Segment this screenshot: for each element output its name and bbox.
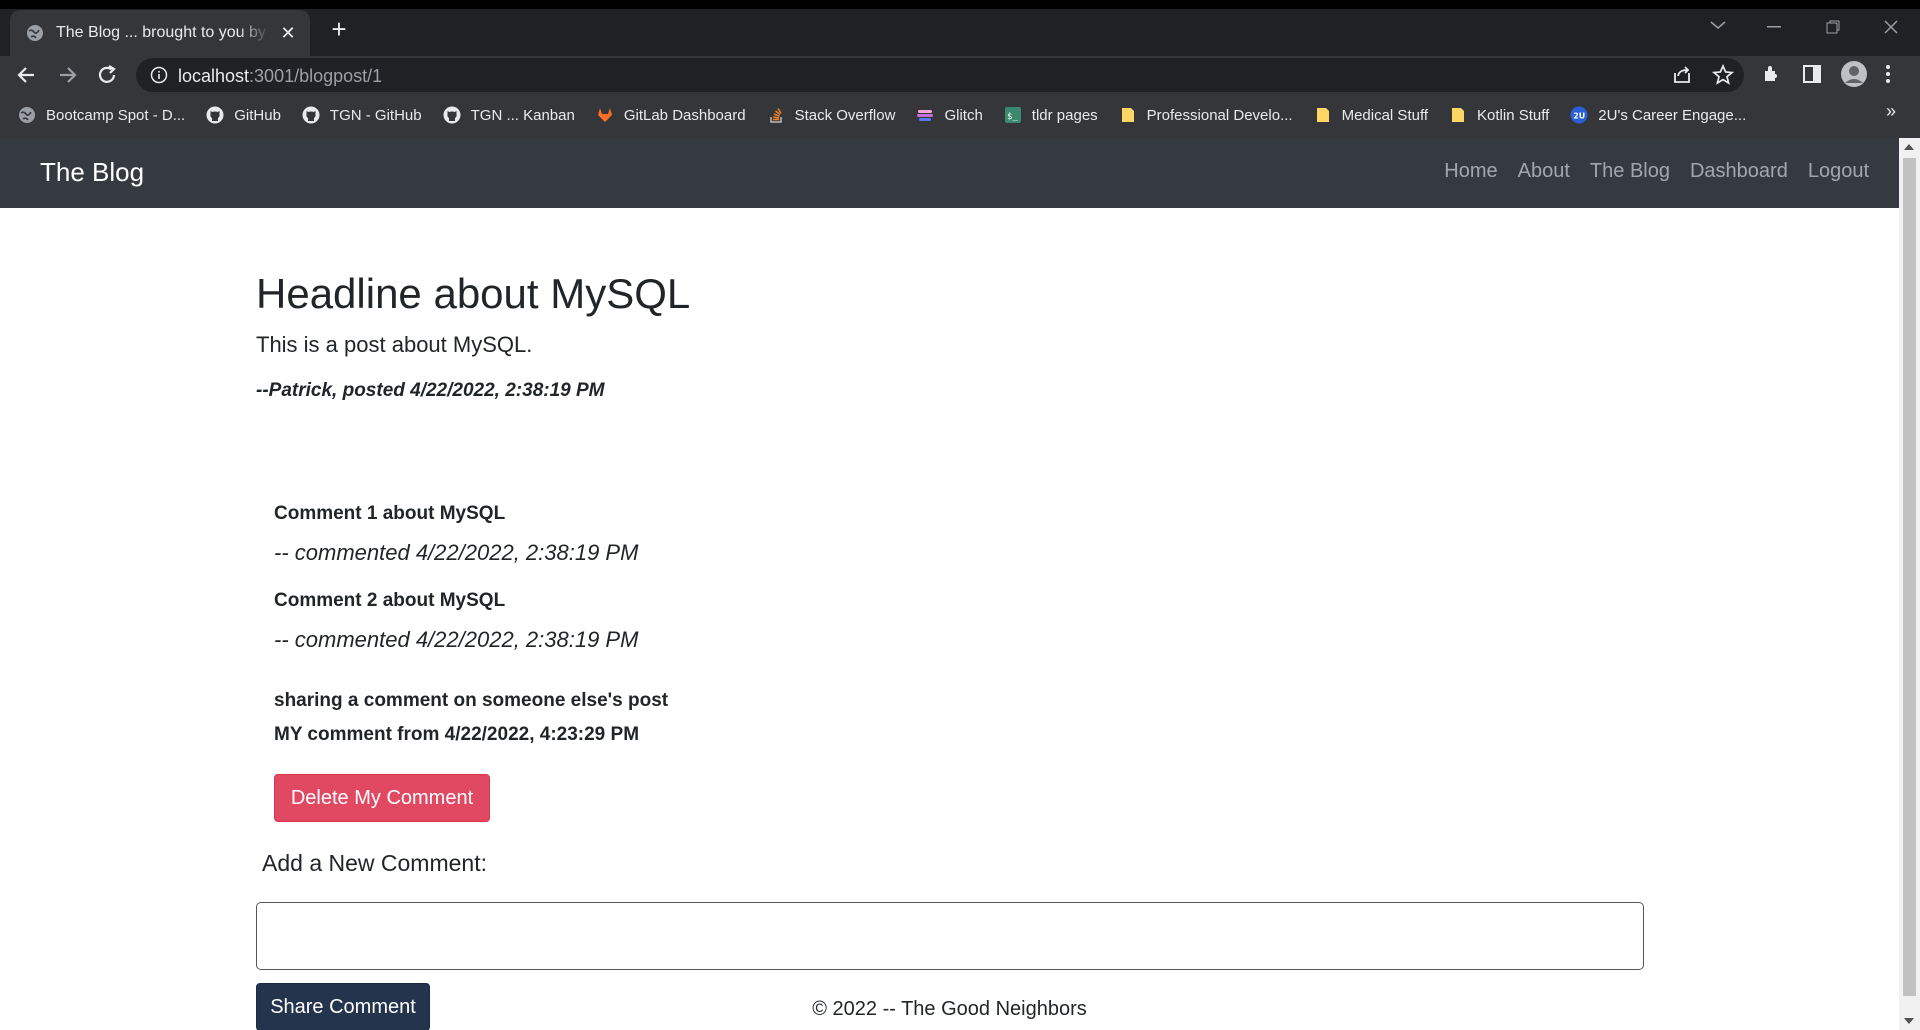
comment-meta: MY comment from 4/22/2022, 4:23:29 PM — [274, 724, 640, 745]
gitlab-icon — [597, 108, 612, 122]
restore-icon[interactable] — [1826, 20, 1840, 34]
bookmark-item[interactable]: Medical Stuff — [1314, 106, 1428, 124]
bookmark-label: Glitch — [944, 106, 983, 124]
bookmark-label: Medical Stuff — [1341, 106, 1429, 124]
bookmark-label: TGN ... Kanban — [470, 106, 575, 124]
url-text: localhost:3001/blogpost/1 — [178, 66, 382, 87]
back-icon[interactable] — [14, 62, 40, 88]
bookmark-label: TGN - GitHub — [329, 106, 422, 124]
globe-icon — [27, 25, 43, 41]
post-headline: Headline about MySQL — [256, 270, 691, 317]
nav-links: Home About The Blog Dashboard Logout — [1424, 160, 1869, 183]
bookmark-item[interactable]: Stack Overflow — [767, 106, 896, 124]
folder-icon — [1452, 108, 1465, 122]
window-top-edge — [0, 0, 1920, 9]
nav-link-the-blog[interactable]: The Blog — [1590, 160, 1670, 183]
github-icon — [206, 106, 224, 124]
tab-search-chevron-icon[interactable] — [1710, 20, 1726, 30]
side-panel-icon[interactable] — [1800, 62, 1824, 86]
post-body: This is a post about MySQL. — [256, 332, 533, 357]
bookmark-item[interactable]: Professional Develo... — [1119, 106, 1293, 124]
forward-icon[interactable] — [54, 62, 80, 88]
profile-avatar-icon[interactable] — [1840, 60, 1868, 88]
comment-meta: -- commented 4/22/2022, 2:38:19 PM — [274, 627, 639, 652]
bookmark-item[interactable]: GitLab Dashboard — [596, 106, 746, 124]
bookmark-label: 2U's Career Engage... — [1598, 106, 1747, 124]
bookmark-star-icon[interactable] — [1711, 63, 1735, 87]
bookmark-label: Kotlin Stuff — [1477, 106, 1550, 124]
bookmarks-bar: Bootcamp Spot - D... GitHub TGN - GitHub TG… — [0, 101, 1920, 129]
scroll-up-icon[interactable] — [1904, 144, 1914, 150]
page-scrollbar[interactable] — [1899, 138, 1920, 1030]
browser-tab[interactable]: The Blog ... brought to you by the Good … — [10, 10, 310, 56]
bookmark-label: GitLab Dashboard — [623, 106, 746, 124]
nav-link-home[interactable]: Home — [1444, 160, 1497, 183]
nav-link-dashboard[interactable]: Dashboard — [1690, 160, 1788, 183]
bookmark-label: Professional Develo... — [1146, 106, 1293, 124]
new-tab-button[interactable]: + — [324, 14, 354, 44]
scroll-down-icon[interactable] — [1904, 1018, 1914, 1024]
url-path: :3001/blogpost/1 — [249, 66, 383, 86]
tab-close-icon[interactable]: ✕ — [278, 23, 298, 44]
comment-text: sharing a comment on someone else's post — [274, 690, 669, 711]
page-viewport: The Blog Home About The Blog Dashboard L… — [0, 138, 1899, 1030]
minimize-icon[interactable] — [1767, 26, 1781, 28]
bookmark-item[interactable]: Bootcamp Spot - D... — [18, 106, 185, 124]
bookmark-item[interactable]: Kotlin Stuff — [1449, 106, 1549, 124]
reload-icon[interactable] — [94, 62, 120, 88]
bookmark-item[interactable]: 2U 2U's Career Engage... — [1570, 106, 1746, 124]
page-footer: © 2022 -- The Good Neighbors — [812, 998, 1087, 1020]
delete-comment-button[interactable]: Delete My Comment — [274, 774, 490, 822]
bookmark-label: Stack Overflow — [794, 106, 896, 124]
tab-title: The Blog ... brought to you by the Good … — [56, 24, 270, 41]
comment-text: Comment 1 about MySQL — [274, 503, 506, 524]
new-comment-input[interactable] — [256, 902, 1644, 970]
url-host: localhost — [178, 66, 250, 86]
bookmark-item[interactable]: GitHub — [206, 106, 281, 124]
github-icon — [302, 106, 320, 124]
site-navbar: The Blog Home About The Blog Dashboard L… — [0, 138, 1899, 208]
bookmark-item[interactable]: TGN - GitHub — [302, 106, 422, 124]
more-bookmarks-icon[interactable]: » — [1886, 101, 1896, 122]
stackoverflow-icon — [769, 108, 782, 123]
bookmark-item[interactable]: $_ tldr pages — [1004, 106, 1098, 124]
github-icon — [443, 106, 461, 124]
address-bar[interactable]: localhost:3001/blogpost/1 — [136, 58, 1744, 92]
post-byline: --Patrick, posted 4/22/2022, 2:38:19 PM — [256, 380, 605, 401]
tldr-icon: $_ — [1004, 107, 1021, 123]
scrollbar-thumb[interactable] — [1903, 158, 1916, 996]
bookmark-label: tldr pages — [1031, 106, 1098, 124]
extensions-icon[interactable] — [1760, 62, 1784, 86]
bookmark-item[interactable]: Glitch — [916, 106, 983, 124]
2u-icon: 2U — [1570, 106, 1588, 124]
folder-icon — [1316, 108, 1329, 122]
close-window-icon[interactable] — [1884, 20, 1898, 34]
svg-text:$_: $_ — [1007, 112, 1018, 122]
folder-icon — [1121, 108, 1134, 122]
nav-link-logout[interactable]: Logout — [1808, 160, 1869, 183]
globe-icon — [19, 107, 35, 123]
glitch-icon — [917, 110, 934, 121]
bookmark-item[interactable]: TGN ... Kanban — [443, 106, 575, 124]
browser-menu-icon[interactable] — [1884, 62, 1892, 86]
navbar-brand[interactable]: The Blog — [40, 157, 144, 188]
nav-link-about[interactable]: About — [1518, 160, 1570, 183]
share-icon[interactable] — [1670, 63, 1694, 87]
site-info-icon[interactable] — [150, 66, 168, 84]
bookmark-label: Bootcamp Spot - D... — [46, 106, 186, 124]
comment-text: Comment 2 about MySQL — [274, 590, 506, 611]
comment-meta: -- commented 4/22/2022, 2:38:19 PM — [274, 540, 639, 565]
add-comment-label: Add a New Comment: — [262, 850, 487, 876]
bookmark-label: GitHub — [234, 106, 281, 124]
svg-text:2U: 2U — [1573, 112, 1585, 121]
